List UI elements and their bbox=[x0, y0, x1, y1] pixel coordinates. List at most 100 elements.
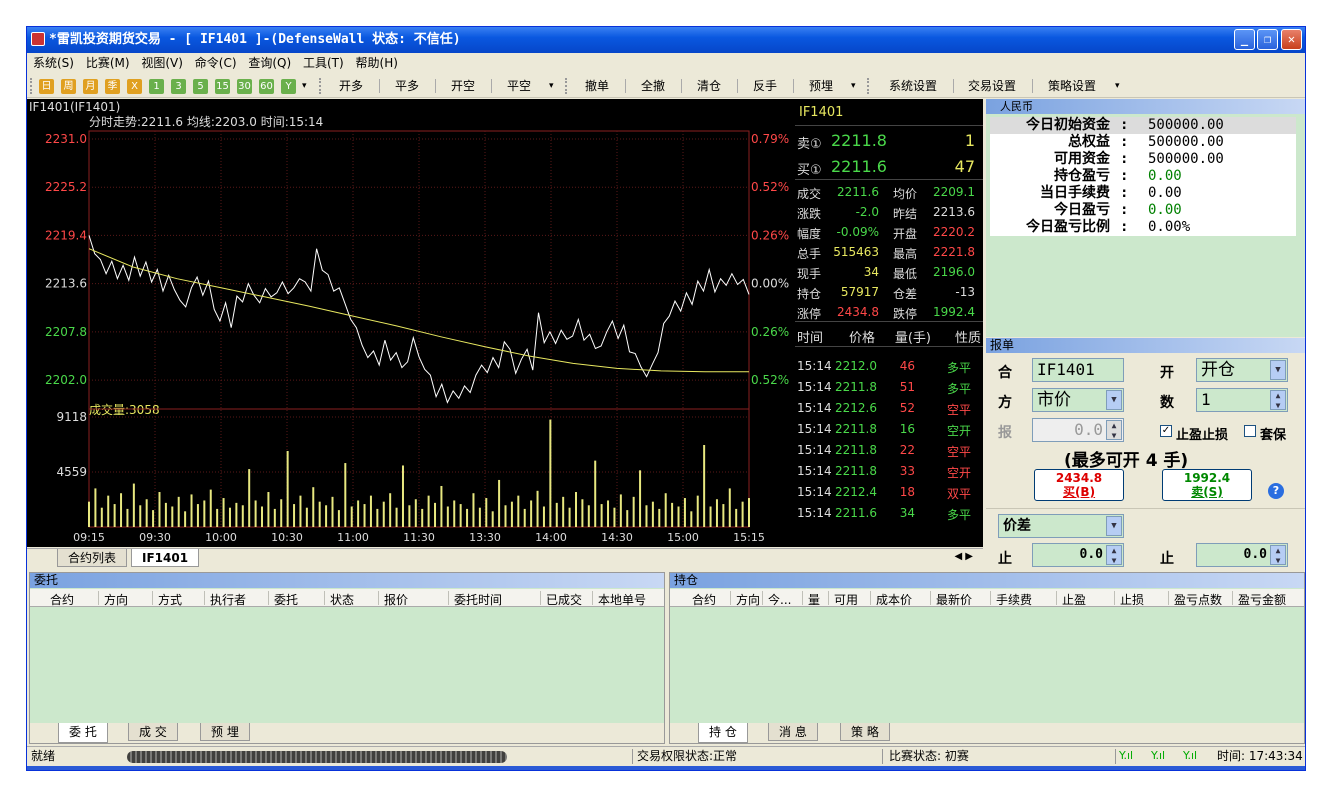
column-header[interactable]: 报价 bbox=[384, 591, 408, 608]
reverse-button[interactable]: 反手 bbox=[753, 78, 777, 94]
toolbar-overflow-2[interactable]: ▾ bbox=[549, 78, 554, 94]
menu-system[interactable]: 系统(S) bbox=[33, 56, 74, 70]
toolbar-grip[interactable] bbox=[319, 78, 322, 94]
intraday-chart[interactable]: IF1401(IF1401) 分时走势:2211.6 均线:2203.0 时间:… bbox=[27, 99, 795, 547]
price-type-select[interactable]: 市价 ▼ bbox=[1032, 388, 1124, 412]
quote-stat-label: 涨停 bbox=[797, 307, 822, 321]
spread-select[interactable]: 价差 ▼ bbox=[998, 514, 1124, 538]
chevron-down-icon[interactable]: ▼ bbox=[1106, 390, 1122, 410]
help-icon[interactable]: ? bbox=[1268, 483, 1284, 499]
toolbar-overflow-3[interactable]: ▾ bbox=[851, 78, 856, 94]
column-header[interactable]: 可用 bbox=[834, 591, 858, 608]
tab-scroll-arrows[interactable]: ◀ ▶ bbox=[954, 551, 973, 562]
ask-price[interactable]: 2211.8 bbox=[831, 131, 887, 150]
contract-input[interactable]: IF1401 bbox=[1032, 358, 1124, 382]
toolbar-grip[interactable] bbox=[30, 78, 33, 94]
period-15-button[interactable]: 15 bbox=[215, 79, 230, 94]
column-header[interactable]: 执行者 bbox=[210, 591, 246, 608]
column-header[interactable]: 手续费 bbox=[996, 591, 1032, 608]
tab-orders[interactable]: 委 托 bbox=[58, 723, 108, 743]
menu-help[interactable]: 帮助(H) bbox=[356, 56, 398, 70]
price-tick-label: 2207.8 bbox=[45, 325, 87, 339]
spin-icon[interactable]: ▲ ▼ bbox=[1270, 390, 1286, 410]
stop-profit-loss-checkbox[interactable]: ✓ bbox=[1160, 425, 1172, 437]
tab-contract-list[interactable]: 合约列表 bbox=[57, 549, 128, 567]
column-header[interactable]: 状态 bbox=[330, 591, 354, 608]
bid-price[interactable]: 2211.6 bbox=[831, 157, 887, 176]
column-header[interactable]: 方式 bbox=[158, 591, 182, 608]
minimize-button[interactable]: _ bbox=[1234, 29, 1255, 50]
tab-positions[interactable]: 持 仓 bbox=[698, 723, 748, 743]
menu-tools[interactable]: 工具(T) bbox=[303, 56, 344, 70]
toolbar-overflow-4[interactable]: ▾ bbox=[1115, 78, 1120, 94]
menu-query[interactable]: 查询(Q) bbox=[248, 56, 291, 70]
toolbar-grip[interactable] bbox=[565, 78, 568, 94]
trade-settings-button[interactable]: 交易设置 bbox=[968, 78, 1016, 94]
chevron-down-icon[interactable]: ▼ bbox=[1270, 360, 1286, 380]
close-button[interactable]: ✕ bbox=[1281, 29, 1302, 50]
column-header[interactable]: 合约 bbox=[692, 591, 716, 608]
column-header[interactable]: 盈亏金额 bbox=[1238, 591, 1286, 608]
tab-strategy[interactable]: 策 略 bbox=[840, 723, 890, 741]
hedge-checkbox[interactable] bbox=[1244, 425, 1256, 437]
column-header[interactable]: 最新价 bbox=[936, 591, 972, 608]
column-header[interactable]: 盈亏点数 bbox=[1174, 591, 1222, 608]
period-x-button[interactable]: X bbox=[127, 79, 142, 94]
column-header[interactable]: 方向 bbox=[104, 591, 128, 608]
sell-button[interactable]: 1992.4 卖(S) bbox=[1162, 469, 1252, 501]
tab-if1401[interactable]: IF1401 bbox=[131, 549, 200, 567]
system-settings-button[interactable]: 系统设置 bbox=[889, 78, 937, 94]
toolbar-grip[interactable] bbox=[867, 78, 870, 94]
tab-trades[interactable]: 成 交 bbox=[128, 723, 178, 741]
period-60-button[interactable]: 60 bbox=[259, 79, 274, 94]
account-value: 500000.00 bbox=[1148, 134, 1224, 150]
period-season-button[interactable]: 季 bbox=[105, 79, 120, 94]
column-header[interactable]: 止损 bbox=[1120, 591, 1144, 608]
column-header[interactable]: 止盈 bbox=[1062, 591, 1086, 608]
period-3-button[interactable]: 3 bbox=[171, 79, 186, 94]
period-month-button[interactable]: 月 bbox=[83, 79, 98, 94]
column-header[interactable]: 成本价 bbox=[876, 591, 912, 608]
open-long-button[interactable]: 开多 bbox=[339, 78, 363, 94]
period-week-button[interactable]: 周 bbox=[61, 79, 76, 94]
stop-input-2[interactable]: 0.0 ▲ ▼ bbox=[1196, 543, 1288, 567]
buy-button[interactable]: 2434.8 买(B) bbox=[1034, 469, 1124, 501]
stop-input-1[interactable]: 0.0 ▲ ▼ bbox=[1032, 543, 1124, 567]
chevron-down-icon[interactable]: ▼ bbox=[1106, 516, 1122, 536]
column-header[interactable]: 委托 bbox=[274, 591, 298, 608]
tab-messages[interactable]: 消 息 bbox=[768, 723, 818, 741]
column-header[interactable]: 委托时间 bbox=[454, 591, 502, 608]
preset-order-button[interactable]: 预埋 bbox=[809, 78, 833, 94]
cancel-order-button[interactable]: 撤单 bbox=[585, 78, 609, 94]
close-short-button[interactable]: 平空 bbox=[507, 78, 531, 94]
tab-preset[interactable]: 预 埋 bbox=[200, 723, 250, 741]
column-header[interactable]: 已成交 bbox=[546, 591, 582, 608]
period-day-button[interactable]: 日 bbox=[39, 79, 54, 94]
menu-command[interactable]: 命令(C) bbox=[195, 56, 237, 70]
menu-view[interactable]: 视图(V) bbox=[141, 56, 183, 70]
cancel-all-button[interactable]: 全撤 bbox=[641, 78, 665, 94]
quantity-stepper[interactable]: 1 ▲ ▼ bbox=[1196, 388, 1288, 412]
column-header[interactable]: 合约 bbox=[50, 591, 74, 608]
open-close-select[interactable]: 开仓 ▼ bbox=[1196, 358, 1288, 382]
period-30-button[interactable]: 30 bbox=[237, 79, 252, 94]
restore-button[interactable]: ❐ bbox=[1257, 29, 1278, 50]
spin-icon[interactable]: ▲ ▼ bbox=[1106, 545, 1122, 565]
toolbar-overflow-1[interactable]: ▾ bbox=[302, 78, 307, 94]
menu-match[interactable]: 比赛(M) bbox=[86, 56, 130, 70]
close-long-button[interactable]: 平多 bbox=[395, 78, 419, 94]
column-header[interactable]: 本地单号 bbox=[598, 591, 646, 608]
strategy-settings-button[interactable]: 策略设置 bbox=[1048, 78, 1096, 94]
column-header[interactable]: 方向 bbox=[736, 591, 760, 608]
open-short-button[interactable]: 开空 bbox=[451, 78, 475, 94]
price-input[interactable]: 0.0 ▲ ▼ bbox=[1032, 418, 1124, 442]
period-5-button[interactable]: 5 bbox=[193, 79, 208, 94]
period-1-button[interactable]: 1 bbox=[149, 79, 164, 94]
spin-icon[interactable]: ▲ ▼ bbox=[1106, 420, 1122, 440]
column-header[interactable]: 今... bbox=[768, 591, 791, 608]
clear-position-button[interactable]: 清仓 bbox=[697, 78, 721, 94]
intraday-chart-pane[interactable]: IF1401(IF1401) 分时走势:2211.6 均线:2203.0 时间:… bbox=[27, 99, 795, 547]
spin-icon[interactable]: ▲ ▼ bbox=[1270, 545, 1286, 565]
period-y-button[interactable]: Y bbox=[281, 79, 296, 94]
column-header[interactable]: 量 bbox=[808, 591, 820, 608]
